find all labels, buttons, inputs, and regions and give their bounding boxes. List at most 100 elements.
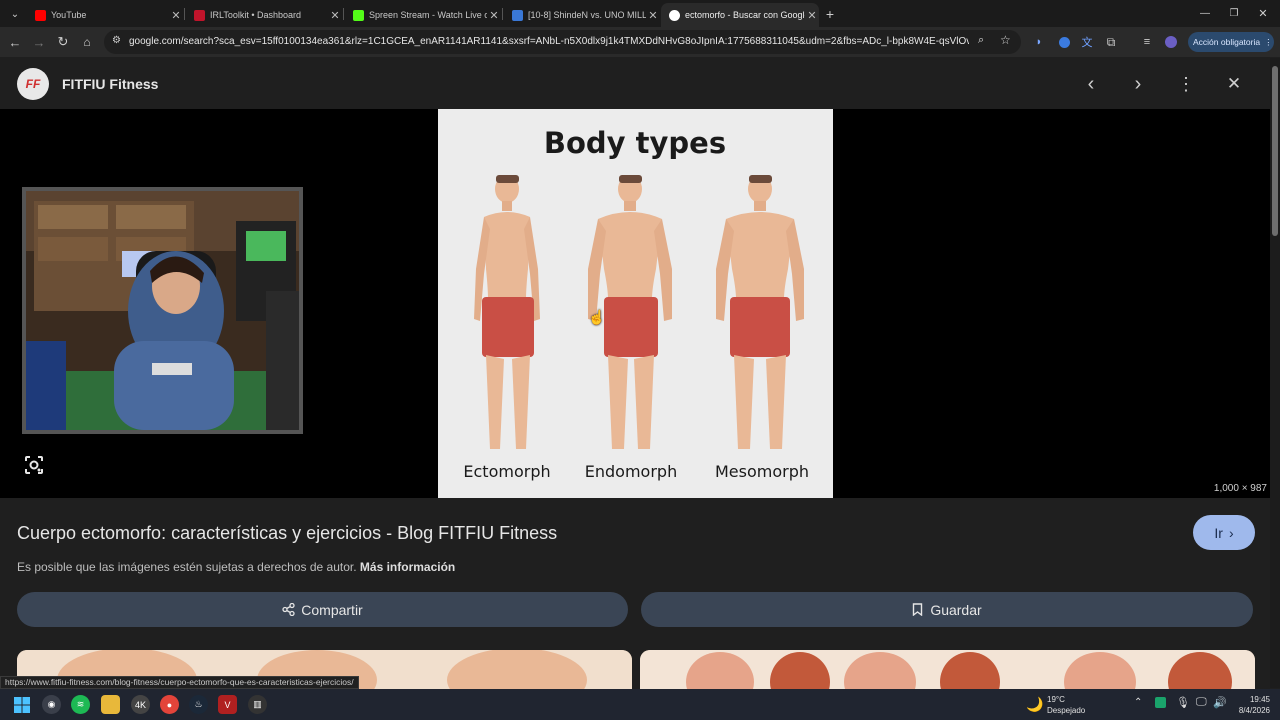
copyright-notice: Es posible que las imágenes estén sujeta…: [17, 560, 455, 574]
extensions-puzzle-icon[interactable]: ⧉: [1102, 33, 1120, 51]
close-icon[interactable]: ✕: [487, 9, 501, 22]
scrollbar-thumb[interactable]: [1272, 66, 1278, 236]
tab-title: Spreen Stream - Watch Live on: [369, 10, 487, 20]
tab-youtube[interactable]: YouTube ✕: [27, 3, 183, 27]
site-logo[interactable]: FF: [17, 68, 49, 100]
tab-title: YouTube: [51, 10, 87, 20]
windows-start-icon[interactable]: [12, 695, 31, 714]
clock-time: 19:45: [1249, 695, 1270, 704]
share-icon: [282, 603, 295, 616]
weather-temp: 19°C: [1047, 695, 1065, 704]
more-options-icon[interactable]: ⋮: [1174, 72, 1198, 96]
network-icon[interactable]: 🖵: [1196, 696, 1207, 709]
profile-avatar[interactable]: [1162, 33, 1180, 51]
tab-title: ectomorfo - Buscar con Google: [685, 10, 805, 20]
tab-search-button[interactable]: ⌄: [6, 5, 24, 23]
image-dimensions: 1,000 × 987: [1213, 483, 1267, 494]
page-scrollbar[interactable]: [1270, 58, 1280, 688]
tab-shinden[interactable]: [10-8] ShindeN vs. UNO MILLE ✕: [504, 3, 660, 27]
url-text[interactable]: google.com/search?sca_esv=15ff0100134ea3…: [129, 36, 969, 47]
audio-app-icon[interactable]: ▥: [248, 695, 267, 714]
previous-image-icon[interactable]: ‹: [1079, 72, 1103, 96]
google-lens-icon[interactable]: [24, 455, 44, 475]
close-viewer-icon[interactable]: ✕: [1222, 72, 1246, 96]
body-types-image[interactable]: Body types Ectomorph Endomorph Mesomorph…: [438, 109, 833, 498]
mouse-cursor: ☝: [588, 309, 606, 325]
spotify-icon[interactable]: ≋: [71, 695, 90, 714]
address-bar[interactable]: ⚙ google.com/search?sca_esv=15ff0100134e…: [104, 30, 1021, 54]
translate-extension-icon[interactable]: 文: [1078, 33, 1096, 51]
zoom-icon[interactable]: ⌕: [978, 34, 984, 47]
webcam-overlay: [22, 187, 303, 434]
endomorph-label: Endomorph: [585, 462, 677, 481]
reading-list-icon[interactable]: ≡: [1138, 33, 1156, 51]
file-explorer-icon[interactable]: [101, 695, 120, 714]
clock-date: 8/4/2026: [1238, 706, 1270, 715]
microphone-icon[interactable]: 🎙: [1176, 696, 1190, 709]
tray-app-icon[interactable]: [1155, 697, 1166, 708]
maximize-button[interactable]: ❐: [1225, 4, 1243, 22]
site-info-icon[interactable]: ⚙: [112, 35, 121, 46]
save-button[interactable]: Guardar: [641, 592, 1253, 627]
share-button[interactable]: Compartir: [17, 592, 628, 627]
weather-widget[interactable]: 19°C Despejado: [1047, 694, 1085, 716]
window-close-button[interactable]: ✕: [1254, 4, 1272, 22]
go-label: Ir: [1214, 524, 1223, 541]
obs-icon[interactable]: ◉: [42, 695, 61, 714]
copyright-text: Es posible que las imágenes estén sujeta…: [17, 560, 357, 574]
webcam-feed: [26, 191, 299, 430]
extension-shield-icon[interactable]: [1055, 33, 1073, 51]
tab-divider: [502, 8, 503, 20]
bookmark-star-icon[interactable]: ☆: [1000, 33, 1011, 47]
volume-icon[interactable]: 🔊: [1213, 696, 1227, 709]
steam-icon[interactable]: ♨: [189, 695, 208, 714]
tab-divider: [184, 8, 185, 20]
system-clock[interactable]: 19:45 8/4/2026: [1230, 694, 1270, 716]
chart-icon: [512, 9, 523, 21]
viewer-header: FF FITFIU Fitness ‹ › ⋮ ✕: [0, 58, 1270, 109]
forward-icon[interactable]: →: [30, 33, 48, 51]
new-tab-button[interactable]: +: [821, 5, 839, 23]
irltoolkit-icon: [194, 9, 205, 21]
close-icon[interactable]: ✕: [169, 9, 183, 22]
bookmark-icon: [913, 603, 923, 616]
voicemeeter-icon[interactable]: V: [218, 695, 237, 714]
weather-desc: Despejado: [1047, 706, 1086, 715]
image-title[interactable]: Cuerpo ectomorfo: características y ejer…: [17, 523, 557, 544]
next-image-icon[interactable]: ›: [1126, 72, 1150, 96]
body-types-illustration: Body types Ectomorph Endomorph Mesomorph: [438, 109, 833, 498]
more-info-link[interactable]: Más información: [360, 560, 455, 574]
home-icon[interactable]: ⌂: [78, 33, 96, 51]
ectomorph-label: Ectomorph: [463, 462, 550, 481]
site-name[interactable]: FITFIU Fitness: [62, 76, 158, 92]
image-heading: Body types: [544, 126, 726, 160]
moon-weather-icon: 🌙: [1026, 696, 1044, 712]
tab-spreen-stream[interactable]: Spreen Stream - Watch Live on ✕: [345, 3, 501, 27]
mesomorph-label: Mesomorph: [715, 462, 809, 481]
close-icon[interactable]: ✕: [328, 9, 342, 22]
go-to-site-button[interactable]: Ir ›: [1193, 515, 1255, 550]
tab-strip: ⌄ YouTube ✕ IRLToolkit • Dashboard ✕ Spr…: [0, 0, 1280, 27]
related-image-thumbnail[interactable]: [640, 650, 1255, 690]
close-icon[interactable]: ✕: [646, 9, 660, 22]
4k-app-icon[interactable]: 4K: [131, 695, 150, 714]
share-label: Compartir: [301, 601, 363, 618]
windows-taskbar: ◉ ≋ 4K ● ♨ V ▥ 🌙 19°C Despejado ⌃ 🎙 🖵 🔊 …: [0, 689, 1280, 720]
back-icon[interactable]: ←: [6, 33, 24, 51]
reload-icon[interactable]: ↻: [54, 33, 72, 51]
youtube-icon: [35, 9, 46, 21]
tab-google-search[interactable]: ectomorfo - Buscar con Google ✕: [661, 3, 819, 27]
tab-irltoolkit[interactable]: IRLToolkit • Dashboard ✕: [186, 3, 342, 27]
tab-title: IRLToolkit • Dashboard: [210, 10, 302, 20]
close-icon[interactable]: ✕: [805, 9, 819, 22]
tab-divider: [343, 8, 344, 20]
minimize-button[interactable]: —: [1196, 4, 1214, 22]
extension-audio-icon[interactable]: ◗: [1030, 33, 1048, 51]
image-viewer: FF FITFIU Fitness ‹ › ⋮ ✕ Body types Ect…: [0, 58, 1270, 690]
action-required-button[interactable]: Acción obligatoria ⋮: [1188, 32, 1274, 52]
google-icon: [669, 9, 680, 21]
chrome-icon[interactable]: ●: [160, 695, 179, 714]
related-thumbnail-art: [640, 650, 1255, 690]
tray-chevron-up-icon[interactable]: ⌃: [1134, 697, 1142, 708]
action-required-label: Acción obligatoria: [1193, 37, 1261, 47]
